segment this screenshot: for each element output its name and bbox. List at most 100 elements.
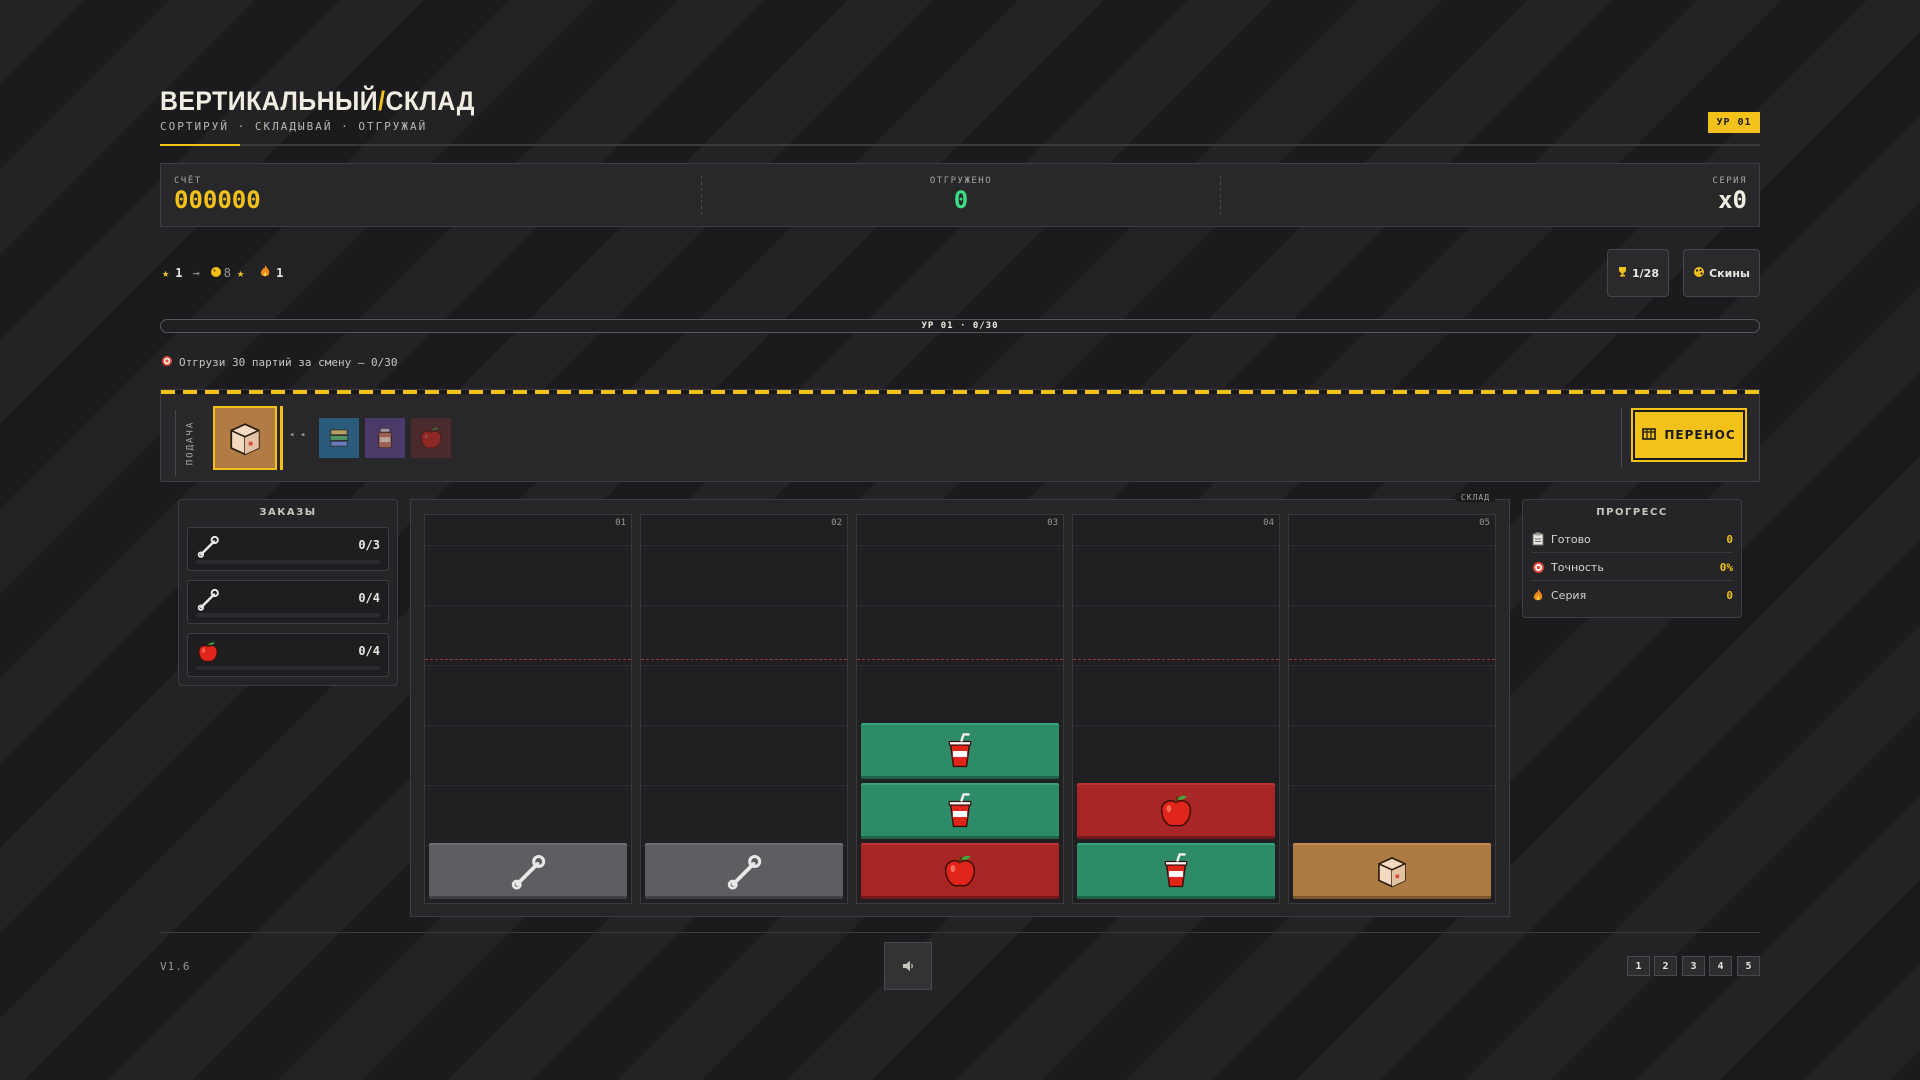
- overflow-limit-line: [857, 659, 1063, 660]
- stacked-crate[interactable]: [861, 783, 1059, 839]
- skins-label: Скины: [1709, 266, 1750, 280]
- cup-icon: [941, 792, 979, 830]
- grid-line: [641, 545, 847, 546]
- queue-arrows: ◂ ◂: [289, 430, 306, 440]
- queue-item: [319, 418, 359, 458]
- coin-icon: [210, 266, 222, 281]
- apple-icon: [941, 852, 979, 890]
- overflow-limit-line: [1073, 659, 1279, 660]
- order-item: 0/4: [187, 580, 389, 624]
- stacked-crate[interactable]: [429, 843, 627, 899]
- feed-label: ПОДАЧА: [185, 420, 196, 466]
- sound-toggle-button[interactable]: [884, 942, 932, 990]
- warehouse-column[interactable]: 05: [1288, 514, 1496, 904]
- star-icon: ★: [162, 266, 170, 280]
- grid-line: [1289, 725, 1495, 726]
- stars-count: 1: [175, 266, 183, 280]
- progress-panel: ПРОГРЕСС Готово 0 Точность 0% Серия 0: [1522, 499, 1742, 618]
- stacked-crate[interactable]: [861, 843, 1059, 899]
- order-item: 0/3: [187, 527, 389, 571]
- grid-line: [857, 665, 1063, 666]
- grid-line: [1289, 545, 1495, 546]
- order-item: 0/4: [187, 633, 389, 677]
- feed-separator: [175, 410, 176, 476]
- order-progress-track: [196, 560, 380, 564]
- orders-panel: ЗАКАЗЫ 0/3 0/4 0/4: [178, 499, 398, 686]
- box-icon: [1373, 852, 1411, 890]
- orders-title: ЗАКАЗЫ: [259, 507, 317, 518]
- wrench-icon: [725, 852, 763, 890]
- progress-row-streak: Серия 0: [1531, 582, 1733, 609]
- overflow-limit-line: [1289, 659, 1495, 660]
- level-2-button[interactable]: 2: [1654, 956, 1677, 976]
- flame-icon: [1531, 589, 1545, 603]
- warehouse-tag: СКЛАД: [1455, 493, 1495, 502]
- column-number: 05: [1479, 518, 1490, 528]
- progress-row-ready: Готово 0: [1531, 526, 1733, 553]
- level-badge: УР 01: [1708, 112, 1760, 133]
- level-5-button[interactable]: 5: [1737, 956, 1760, 976]
- warehouse-column[interactable]: 02: [640, 514, 848, 904]
- stacked-crate[interactable]: [1077, 843, 1275, 899]
- queue-item: [365, 418, 405, 458]
- flame-icon: [260, 265, 270, 281]
- cup-icon: [1157, 852, 1195, 890]
- grid-line: [1289, 665, 1495, 666]
- footer-divider: [160, 932, 1760, 933]
- level-progress-bar: УР 01 · 0/30: [160, 319, 1760, 333]
- flames-count: 1: [276, 266, 284, 280]
- grid-line: [1073, 725, 1279, 726]
- target-icon: [161, 355, 173, 370]
- column-number: 03: [1047, 518, 1058, 528]
- box-icon: [225, 418, 265, 458]
- stacked-crate[interactable]: [1293, 843, 1491, 899]
- warehouse-column[interactable]: 03: [856, 514, 1064, 904]
- wrench-icon: [196, 587, 220, 611]
- score-label: СЧЁТ: [174, 176, 202, 186]
- level-1-button[interactable]: 1: [1627, 956, 1650, 976]
- stacked-crate[interactable]: [861, 723, 1059, 779]
- books-icon: [326, 425, 352, 451]
- order-count: 0/4: [358, 644, 380, 658]
- order-progress-track: [196, 666, 380, 670]
- warehouse-column[interactable]: 04: [1072, 514, 1280, 904]
- progress-label: Серия: [1551, 589, 1587, 602]
- progress-row-accuracy: Точность 0%: [1531, 554, 1733, 581]
- feed-conveyor: ПОДАЧА ◂ ◂ ПЕРЕНОС: [160, 389, 1760, 482]
- shipped-label: ОТГРУЖЕНО: [929, 176, 993, 186]
- goal-label: Отгрузи 30 партий за смену — 0/30: [179, 356, 398, 369]
- grid-line: [425, 605, 631, 606]
- grid-line: [425, 725, 631, 726]
- warehouse-column[interactable]: 01: [424, 514, 632, 904]
- order-count: 0/4: [358, 591, 380, 605]
- progress-value: 0: [1726, 532, 1733, 546]
- version-label: V1.6: [160, 960, 191, 973]
- level-4-button[interactable]: 4: [1709, 956, 1732, 976]
- stacked-crate[interactable]: [1077, 783, 1275, 839]
- palette-icon: [1693, 266, 1705, 281]
- transfer-label: ПЕРЕНОС: [1664, 428, 1736, 442]
- transfer-button[interactable]: ПЕРЕНОС: [1631, 408, 1747, 462]
- transfer-icon: [1642, 427, 1657, 444]
- level-3-button[interactable]: 3: [1682, 956, 1705, 976]
- current-item[interactable]: [213, 406, 277, 470]
- game-title: ВЕРТИКАЛЬНЫЙ/СКЛАД: [160, 86, 475, 116]
- shipped-value: 0: [953, 186, 969, 214]
- grid-line: [425, 785, 631, 786]
- grid-line: [641, 785, 847, 786]
- grid-line: [1289, 785, 1495, 786]
- progress-label: Готово: [1551, 532, 1591, 546]
- grid-line: [641, 665, 847, 666]
- title-divider: [160, 144, 1760, 146]
- grid-line: [641, 725, 847, 726]
- grid-line: [857, 545, 1063, 546]
- cup-icon: [941, 732, 979, 770]
- jar-icon: [372, 425, 398, 451]
- goal-text: Отгрузи 30 партий за смену — 0/30: [161, 355, 398, 370]
- skins-button[interactable]: Скины: [1683, 249, 1760, 297]
- trophies-button[interactable]: 1/28: [1607, 249, 1669, 297]
- warehouse: СКЛАД 01 02 03 04 05: [410, 493, 1510, 917]
- speaker-icon: [903, 961, 913, 971]
- stacked-crate[interactable]: [645, 843, 843, 899]
- belt-separator: [1621, 408, 1622, 468]
